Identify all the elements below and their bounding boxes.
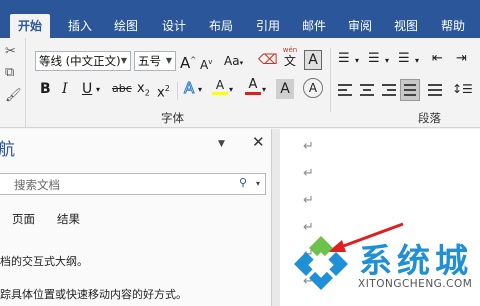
ribbon-tab-bar: 开始 插入 绘图 设计 布局 引用 邮件 审阅 视图 帮助 xyxy=(0,0,480,38)
tab-draw[interactable]: 绘图 xyxy=(108,14,144,38)
tab-insert[interactable]: 插入 xyxy=(62,14,98,38)
nav-hint-text-1: 档的交互式大纲。 xyxy=(0,255,88,268)
tab-references[interactable]: 引用 xyxy=(250,14,286,38)
font-name-select[interactable]: 等线 (中文正文) ▼ xyxy=(35,51,131,71)
phonetic-top-text: wén xyxy=(282,46,298,54)
clipboard-group: ✂ ⧉ 🖌 xyxy=(0,38,26,128)
character-shading-button[interactable]: A xyxy=(276,79,294,99)
justify-icon[interactable] xyxy=(400,79,420,101)
font-group-label: 字体 xyxy=(161,111,184,125)
chevron-down-icon[interactable]: ▾ xyxy=(262,81,266,99)
paragraph-mark: ↵ xyxy=(303,139,314,154)
align-center-icon[interactable] xyxy=(360,84,374,96)
chevron-down-icon[interactable]: ▾ xyxy=(355,52,359,70)
chevron-down-icon: ▼ xyxy=(120,56,127,65)
bold-button[interactable]: B xyxy=(40,80,51,98)
tab-pages[interactable]: 页面 xyxy=(12,211,35,227)
chevron-down-icon: ▼ xyxy=(165,56,172,65)
chevron-down-icon[interactable]: ▾ xyxy=(229,81,233,99)
font-size-value: 五号 xyxy=(138,54,161,68)
superscript-button[interactable]: x2 xyxy=(157,80,170,102)
search-placeholder: 搜索文档 xyxy=(14,178,60,192)
italic-button[interactable]: I xyxy=(62,80,68,98)
increase-indent-icon[interactable]: ⇥ xyxy=(456,50,467,68)
format-painter-icon[interactable]: 🖌 xyxy=(5,88,22,103)
numbering-icon[interactable]: ☰ xyxy=(368,50,380,68)
distributed-icon[interactable] xyxy=(428,84,442,96)
chevron-down-icon[interactable]: ▾ xyxy=(415,52,419,70)
shrink-font-button[interactable]: Av xyxy=(200,53,212,74)
paragraph-mark: ↵ xyxy=(303,193,314,208)
tab-home[interactable]: 开始 xyxy=(10,14,50,38)
chevron-down-icon[interactable]: ▾ xyxy=(385,52,389,70)
font-size-select[interactable]: 五号 ▼ xyxy=(134,51,176,71)
change-case-button[interactable]: Aa▾ xyxy=(224,52,243,72)
search-icon[interactable]: ⚲ xyxy=(239,176,247,189)
grow-font-button[interactable]: A^ xyxy=(180,51,196,72)
tab-design[interactable]: 设计 xyxy=(156,14,192,38)
font-name-value: 等线 (中文正文) xyxy=(39,54,121,68)
copy-icon[interactable]: ⧉ xyxy=(5,65,14,80)
highlight-button[interactable]: A xyxy=(212,78,228,95)
text-effects-button[interactable]: A xyxy=(183,79,194,98)
align-right-icon[interactable] xyxy=(382,84,396,96)
clear-formatting-icon[interactable]: ⌫ xyxy=(258,51,278,69)
nav-pane-title: 导航 xyxy=(0,140,15,160)
character-border-button[interactable]: A xyxy=(304,50,322,70)
paragraph-group-label: 段落 xyxy=(418,111,441,125)
tab-results[interactable]: 结果 xyxy=(57,211,80,227)
nav-search-input[interactable]: 搜索文档 ⚲ ▾ xyxy=(0,173,266,195)
paragraph-mark: ↵ xyxy=(303,220,314,235)
align-left-icon[interactable] xyxy=(338,84,352,96)
paragraph-mark: ↵ xyxy=(303,166,314,181)
watermark-logo xyxy=(294,236,348,290)
chevron-down-icon[interactable]: ▾ xyxy=(256,179,260,188)
close-icon[interactable]: ✕ xyxy=(252,133,265,151)
phonetic-char: 文 xyxy=(283,54,296,68)
phonetic-guide-button[interactable]: wén 文 xyxy=(281,46,299,68)
tab-layout[interactable]: 布局 xyxy=(203,14,239,38)
strikethrough-button[interactable]: abc xyxy=(112,80,132,98)
ribbon: ✂ ⧉ 🖌 等线 (中文正文) ▼ 五号 ▼ A^ Av Aa▾ ⌫ wén 文… xyxy=(0,38,480,128)
tab-view[interactable]: 视图 xyxy=(388,14,424,38)
multilevel-list-icon[interactable]: ☰ xyxy=(398,50,410,68)
tab-help[interactable]: 帮助 xyxy=(434,14,472,38)
underline-dropdown-icon[interactable]: ▾ xyxy=(96,81,100,99)
cut-icon[interactable]: ✂ xyxy=(5,44,16,59)
tab-review[interactable]: 审阅 xyxy=(342,14,378,38)
enclose-characters-button[interactable]: A xyxy=(303,78,323,98)
watermark-text: 系统城 xyxy=(359,241,473,280)
watermark-url: XITONGCHENG.COM xyxy=(358,278,473,290)
font-color-button[interactable]: A xyxy=(245,78,261,95)
decrease-indent-icon[interactable]: ⇤ xyxy=(432,50,443,68)
tab-mailings[interactable]: 邮件 xyxy=(296,14,332,38)
navigation-pane: 导航 ▼ ✕ 搜索文档 ⚲ ▾ 页面 结果 档的交互式大纲。 踪具体位置或快速移… xyxy=(0,129,272,306)
chevron-down-icon[interactable]: ▼ xyxy=(218,139,225,149)
subscript-button[interactable]: x2 xyxy=(137,80,150,103)
line-spacing-icon[interactable]: ↕☰ xyxy=(452,82,473,96)
underline-button[interactable]: U xyxy=(82,80,92,98)
chevron-down-icon[interactable]: ▾ xyxy=(198,81,202,99)
bullets-icon[interactable]: ☰ xyxy=(338,50,350,68)
nav-hint-text-2: 踪具体位置或快速移动内容的好方式。 xyxy=(0,288,187,301)
